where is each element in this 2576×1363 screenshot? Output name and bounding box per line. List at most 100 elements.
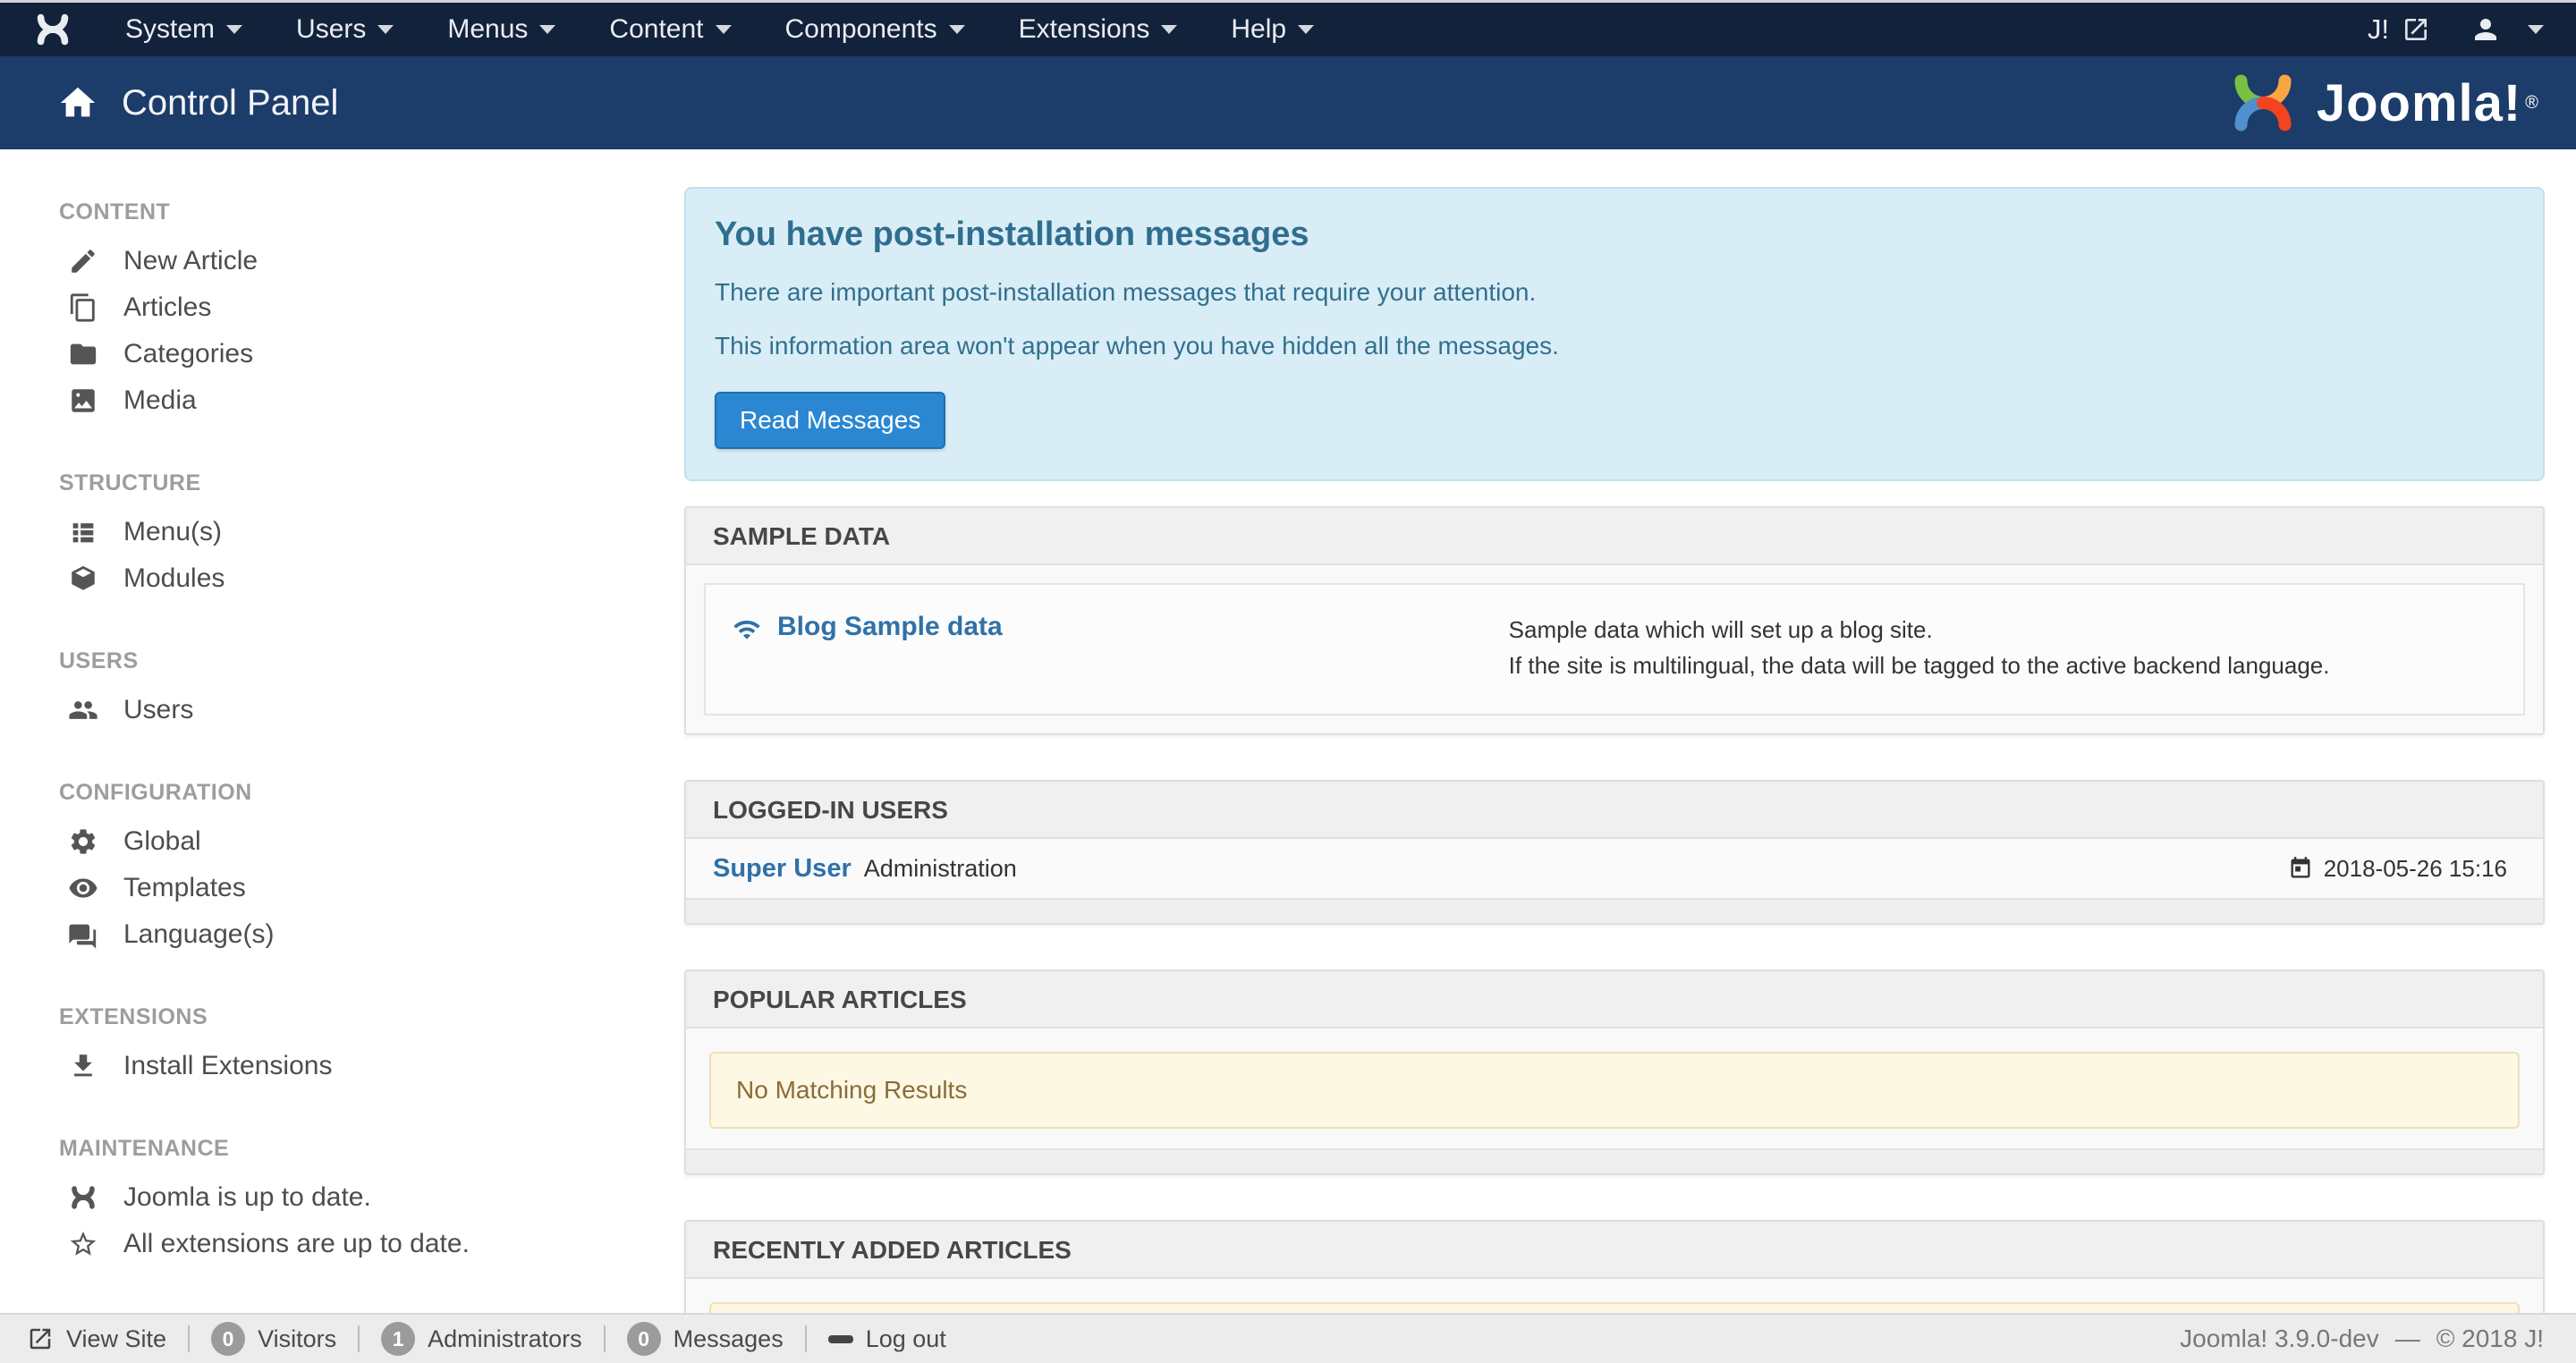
- registered-mark: ®: [2525, 93, 2538, 114]
- eye-icon: [68, 873, 98, 903]
- menu-content-label: Content: [609, 14, 703, 45]
- status-bar: View Site 0 Visitors 1 Administrators 0 …: [0, 1313, 2576, 1363]
- list-icon: [68, 517, 98, 547]
- sidebar-item-install-extensions[interactable]: Install Extensions: [0, 1043, 684, 1089]
- menu-system-label: System: [125, 14, 215, 45]
- star-icon: [68, 1229, 98, 1259]
- broadcast-icon: [733, 615, 761, 644]
- sample-data-desc1: Sample data which will set up a blog sit…: [1509, 612, 2496, 648]
- menu-help[interactable]: Help: [1204, 3, 1341, 56]
- visitors-label: Visitors: [258, 1325, 336, 1353]
- sidebar-item-languages[interactable]: Language(s): [0, 911, 684, 958]
- administrators-count-badge: 1: [381, 1322, 415, 1356]
- sidebar-item-modules[interactable]: Modules: [0, 555, 684, 602]
- postinstall-line1: There are important post-installation me…: [715, 277, 2514, 308]
- menu-system[interactable]: System: [98, 3, 269, 56]
- messages-link[interactable]: 0 Messages: [627, 1322, 784, 1356]
- chevron-down-icon: [539, 25, 555, 34]
- sidebar-section-structure: STRUCTURE: [59, 470, 684, 496]
- site-preview-link[interactable]: J!: [2368, 13, 2430, 46]
- page-title: Control Panel: [122, 83, 338, 123]
- logout-link[interactable]: Log out: [828, 1325, 946, 1353]
- home-icon: [57, 82, 98, 123]
- postinstall-line2: This information area won't appear when …: [715, 331, 2514, 361]
- menu-users[interactable]: Users: [269, 3, 420, 56]
- logged-in-users-header: LOGGED-IN USERS: [686, 782, 2543, 839]
- joomla-brand-logo: Joomla! ®: [2225, 65, 2538, 140]
- sidebar-item-label: Menu(s): [123, 517, 222, 547]
- sidebar-item-templates[interactable]: Templates: [0, 865, 684, 911]
- logged-in-users-panel: LOGGED-IN USERS Super User Administratio…: [684, 780, 2545, 925]
- pencil-icon: [68, 246, 98, 276]
- divider: [358, 1325, 360, 1352]
- last-activity-timestamp: 2018-05-26 15:16: [2324, 855, 2507, 883]
- sidebar-section-maintenance: MAINTENANCE: [59, 1136, 684, 1162]
- sidebar-item-label: All extensions are up to date.: [123, 1229, 470, 1259]
- download-icon: [68, 1051, 98, 1081]
- sidebar-item-label: Media: [123, 385, 197, 416]
- sidebar-section-extensions: EXTENSIONS: [59, 1004, 684, 1030]
- messages-count-badge: 0: [627, 1322, 661, 1356]
- control-panel-main: You have post-installation messages Ther…: [684, 149, 2545, 1363]
- sidebar-item-label: Language(s): [123, 919, 274, 950]
- person-icon: [2470, 13, 2502, 46]
- cube-icon: [68, 563, 98, 594]
- postinstall-title: You have post-installation messages: [715, 216, 2514, 254]
- super-user-link[interactable]: Super User: [713, 854, 852, 884]
- user-menu[interactable]: [2470, 13, 2544, 46]
- joomla-mark-icon: [68, 1182, 98, 1213]
- site-preview-label: J!: [2368, 13, 2389, 46]
- menu-extensions-label: Extensions: [1019, 14, 1150, 45]
- sidebar-item-label: Articles: [123, 292, 211, 323]
- blog-sample-data-link[interactable]: Blog Sample data: [777, 612, 1003, 642]
- calendar-icon: [2288, 856, 2313, 881]
- joomla-mark-icon: [32, 9, 73, 50]
- sidebar-item-users[interactable]: Users: [0, 687, 684, 733]
- sample-data-panel: SAMPLE DATA Blog Sample data Sample data…: [684, 506, 2545, 735]
- popular-articles-header: POPULAR ARTICLES: [686, 971, 2543, 1029]
- menu-menus[interactable]: Menus: [420, 3, 582, 56]
- sidebar-item-new-article[interactable]: New Article: [0, 238, 684, 284]
- chevron-down-icon: [2528, 25, 2544, 34]
- sidebar-item-media[interactable]: Media: [0, 377, 684, 424]
- sidebar-item-articles[interactable]: Articles: [0, 284, 684, 331]
- menu-content[interactable]: Content: [582, 3, 758, 56]
- sample-data-desc2: If the site is multilingual, the data wi…: [1509, 648, 2496, 683]
- menu-extensions[interactable]: Extensions: [992, 3, 1205, 56]
- sidebar-item-label: Categories: [123, 339, 253, 369]
- sidebar-item-menus[interactable]: Menu(s): [0, 509, 684, 555]
- copy-icon: [68, 292, 98, 323]
- read-messages-button[interactable]: Read Messages: [715, 392, 945, 449]
- visitors-link[interactable]: 0 Visitors: [211, 1322, 336, 1356]
- sample-data-row: Blog Sample data Sample data which will …: [704, 583, 2525, 715]
- chevron-down-icon: [1298, 25, 1314, 34]
- sidebar-item-joomla-uptodate[interactable]: Joomla is up to date.: [0, 1174, 684, 1221]
- chevron-down-icon: [226, 25, 242, 34]
- external-link-icon: [27, 1325, 54, 1352]
- sidebar-item-label: Install Extensions: [123, 1051, 332, 1081]
- sidebar-item-label: Joomla is up to date.: [123, 1182, 371, 1213]
- view-site-link[interactable]: View Site: [27, 1325, 166, 1353]
- footer-separator: —: [2395, 1325, 2420, 1353]
- sidebar-section-content: CONTENT: [59, 199, 684, 225]
- administrators-link[interactable]: 1 Administrators: [381, 1322, 582, 1356]
- sidebar-item-label: Global: [123, 826, 201, 857]
- sidebar-item-label: Users: [123, 695, 193, 725]
- menu-components[interactable]: Components: [758, 3, 992, 56]
- admin-sidebar: CONTENT New Article Articles Categories …: [0, 149, 684, 1363]
- logged-in-user-row: Super User Administration 2018-05-26 15:…: [686, 839, 2543, 898]
- view-site-label: View Site: [66, 1325, 166, 1353]
- sidebar-item-global[interactable]: Global: [0, 818, 684, 865]
- sidebar-section-configuration: CONFIGURATION: [59, 780, 684, 806]
- menu-help-label: Help: [1231, 14, 1286, 45]
- sidebar-item-label: New Article: [123, 246, 258, 276]
- sidebar-item-extensions-uptodate[interactable]: All extensions are up to date.: [0, 1221, 684, 1267]
- users-icon: [68, 695, 98, 725]
- chevron-down-icon: [377, 25, 394, 34]
- panel-footer-strip: [686, 898, 2543, 923]
- sidebar-item-label: Modules: [123, 563, 225, 594]
- sidebar-item-categories[interactable]: Categories: [0, 331, 684, 377]
- administrators-label: Administrators: [428, 1325, 582, 1353]
- visitors-count-badge: 0: [211, 1322, 245, 1356]
- comments-icon: [68, 919, 98, 950]
